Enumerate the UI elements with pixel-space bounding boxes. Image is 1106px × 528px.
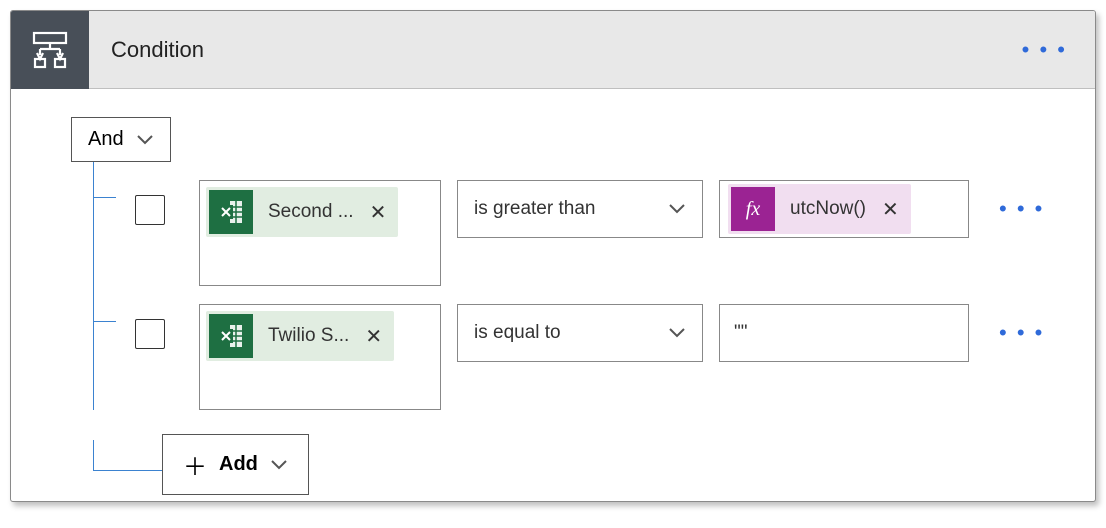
card-menu-button[interactable]: • • • [994, 37, 1095, 63]
group-operator-label: And [88, 128, 124, 151]
row-checkbox[interactable] [135, 319, 165, 349]
card-header: Condition • • • [11, 11, 1095, 89]
excel-icon [209, 314, 253, 358]
branch-icon [29, 29, 71, 71]
token-label: utcNow() [778, 198, 878, 220]
tree-connector [93, 162, 121, 286]
add-condition-button[interactable]: ＋ Add [162, 434, 309, 495]
condition-row: Twilio S... ✕ is equal to "" • • • [93, 286, 1055, 410]
operator-label: is equal to [474, 322, 561, 344]
operator-dropdown[interactable]: is greater than [457, 180, 703, 238]
condition-rows: Second ... ✕ is greater than fx utc [93, 162, 1055, 471]
chevron-down-icon [136, 134, 154, 146]
token-label: Second ... [256, 201, 366, 223]
chevron-down-icon [668, 327, 686, 339]
condition-icon [11, 11, 89, 89]
right-operand-field[interactable]: "" [719, 304, 969, 362]
excel-icon [209, 190, 253, 234]
right-operand-field[interactable]: fx utcNow() ✕ [719, 180, 969, 238]
condition-card: Condition • • • And [10, 10, 1096, 502]
card-title: Condition [111, 37, 994, 63]
left-operand-field[interactable]: Twilio S... ✕ [199, 304, 441, 410]
group-operator-dropdown[interactable]: And [71, 117, 171, 162]
right-value-text: "" [728, 322, 748, 344]
add-row: ＋ Add [93, 410, 1055, 471]
token-remove-button[interactable]: ✕ [878, 197, 911, 222]
token-remove-button[interactable]: ✕ [361, 324, 394, 349]
tree-connector [93, 286, 121, 410]
add-label: Add [219, 453, 258, 476]
operator-label: is greater than [474, 198, 595, 220]
dynamic-token-expression[interactable]: fx utcNow() ✕ [728, 184, 911, 234]
row-checkbox[interactable] [135, 195, 165, 225]
chevron-down-icon [668, 203, 686, 215]
left-operand-field[interactable]: Second ... ✕ [199, 180, 441, 286]
condition-row: Second ... ✕ is greater than fx utc [93, 162, 1055, 286]
chevron-down-icon [270, 459, 288, 471]
operator-dropdown[interactable]: is equal to [457, 304, 703, 362]
fx-icon: fx [731, 187, 775, 231]
dynamic-token-excel[interactable]: Twilio S... ✕ [206, 311, 394, 361]
dynamic-token-excel[interactable]: Second ... ✕ [206, 187, 398, 237]
row-menu-button[interactable]: • • • [985, 180, 1044, 222]
row-menu-button[interactable]: • • • [985, 304, 1044, 346]
plus-icon: ＋ [183, 447, 207, 482]
card-body: And [11, 89, 1095, 501]
token-label: Twilio S... [256, 325, 361, 347]
token-remove-button[interactable]: ✕ [366, 200, 399, 225]
